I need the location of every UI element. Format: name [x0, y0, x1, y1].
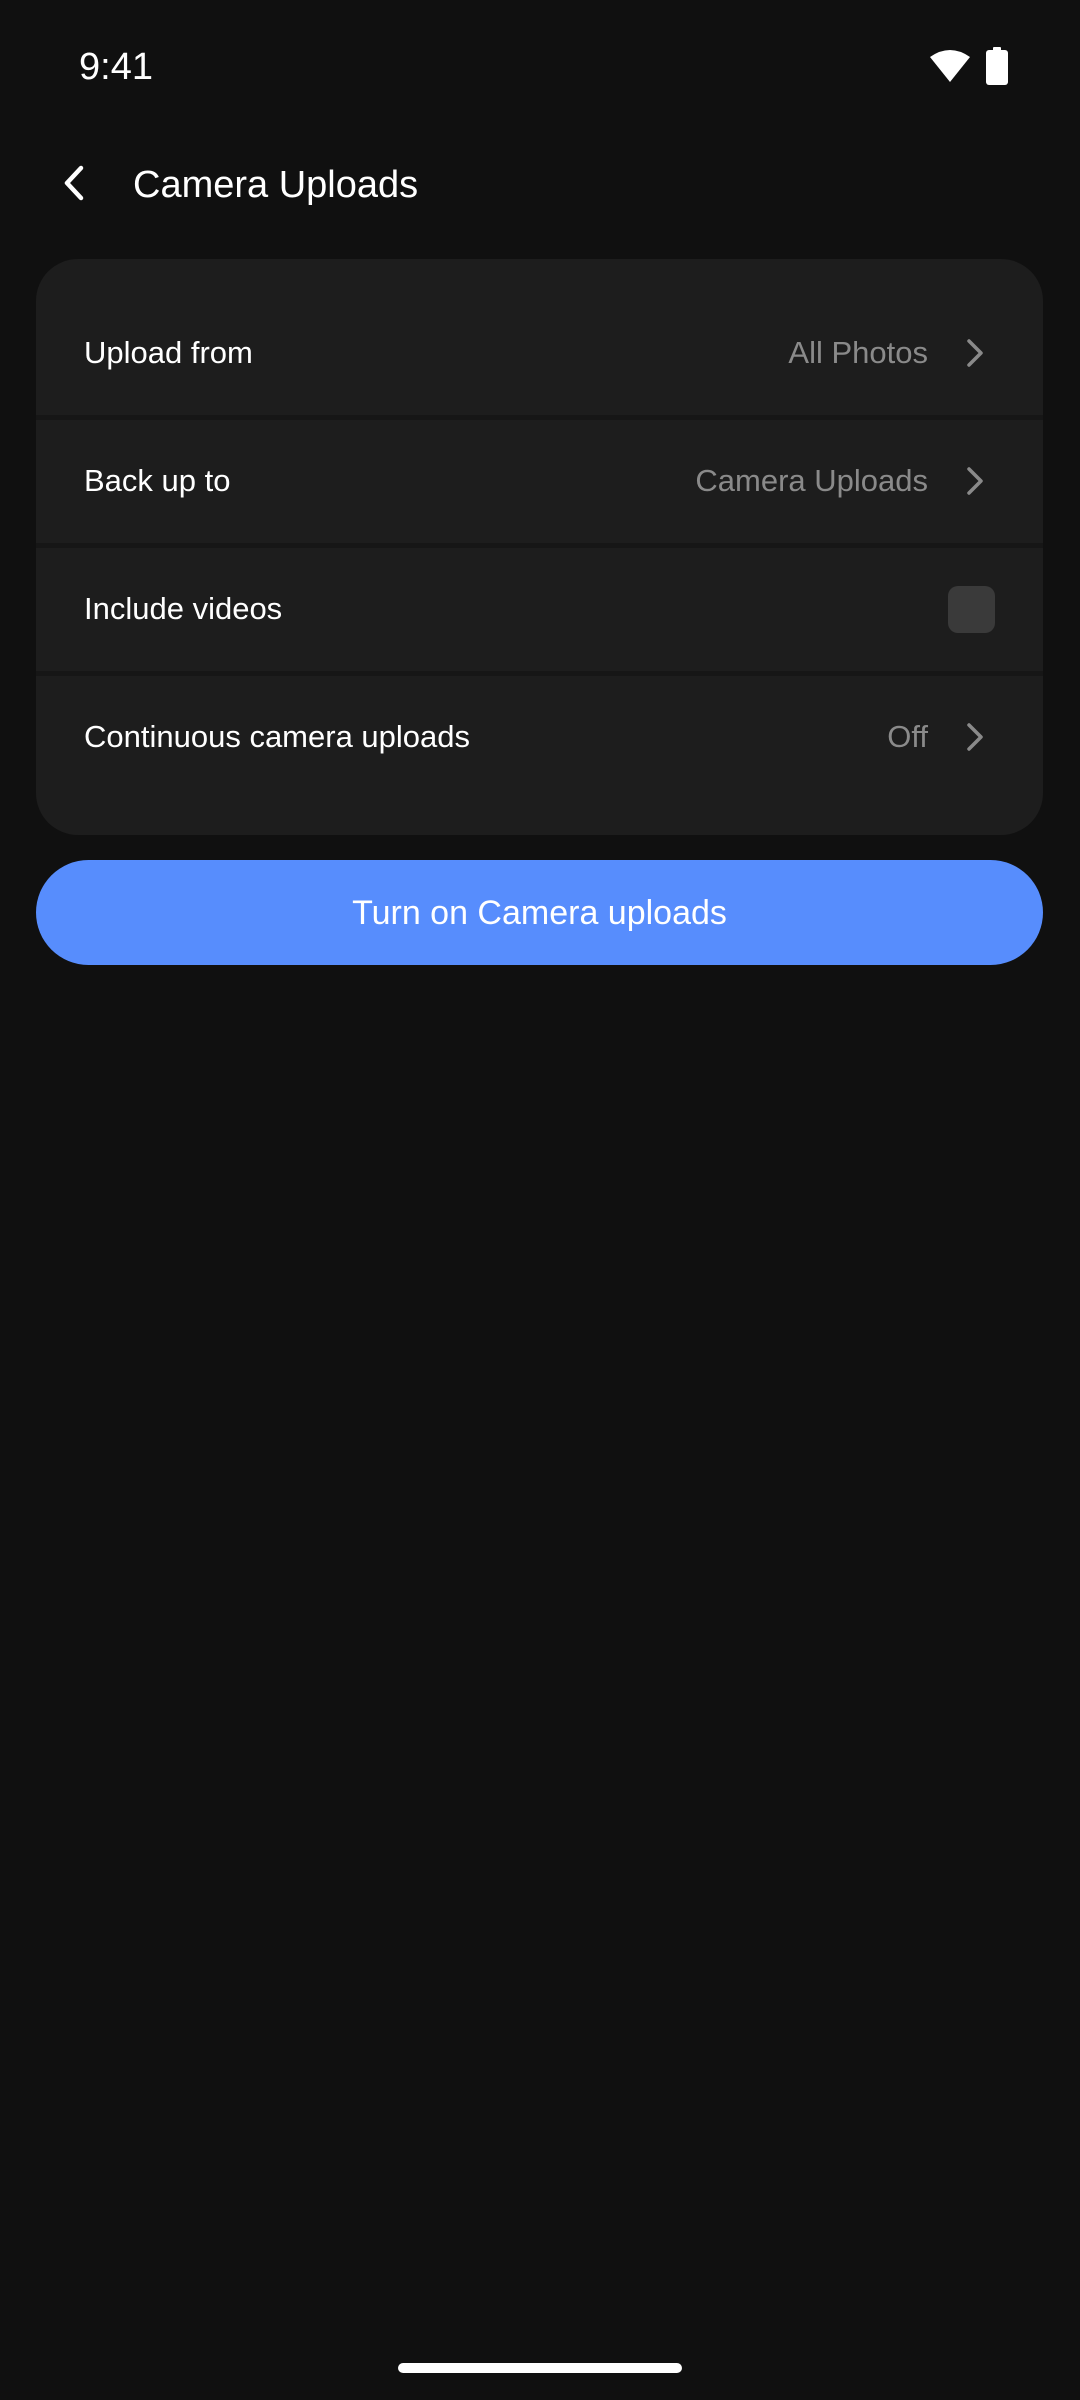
turn-on-camera-uploads-button[interactable]: Turn on Camera uploads: [36, 860, 1043, 965]
settings-card: Upload from All Photos Back up to Camera…: [36, 259, 1043, 835]
include-videos-checkbox[interactable]: [948, 585, 995, 633]
upload-from-label: Upload from: [84, 335, 253, 370]
status-time: 9:41: [79, 46, 153, 88]
continuous-uploads-label: Continuous camera uploads: [84, 719, 471, 754]
back-up-to-row[interactable]: Back up to Camera Uploads: [36, 419, 1043, 543]
chevron-right-icon: [962, 464, 988, 498]
continuous-uploads-value: Off: [887, 719, 928, 754]
include-videos-row[interactable]: Include videos: [36, 547, 1043, 671]
chevron-right-icon: [962, 720, 988, 754]
battery-icon: [986, 46, 1008, 90]
status-icons: [930, 46, 1008, 90]
back-up-to-value: Camera Uploads: [695, 463, 928, 498]
upload-from-value: All Photos: [788, 335, 928, 370]
chevron-right-icon: [962, 336, 988, 370]
upload-from-row[interactable]: Upload from All Photos: [36, 291, 1043, 415]
back-button[interactable]: [44, 155, 104, 215]
page-title: Camera Uploads: [133, 164, 419, 206]
wifi-icon: [930, 49, 970, 88]
back-up-to-label: Back up to: [84, 463, 231, 498]
app-bar: Camera Uploads: [0, 140, 1080, 230]
status-bar: 9:41: [0, 0, 1080, 130]
home-indicator[interactable]: [398, 2363, 682, 2373]
chevron-left-icon: [59, 164, 89, 207]
continuous-uploads-row[interactable]: Continuous camera uploads Off: [36, 675, 1043, 799]
include-videos-label: Include videos: [84, 591, 283, 626]
